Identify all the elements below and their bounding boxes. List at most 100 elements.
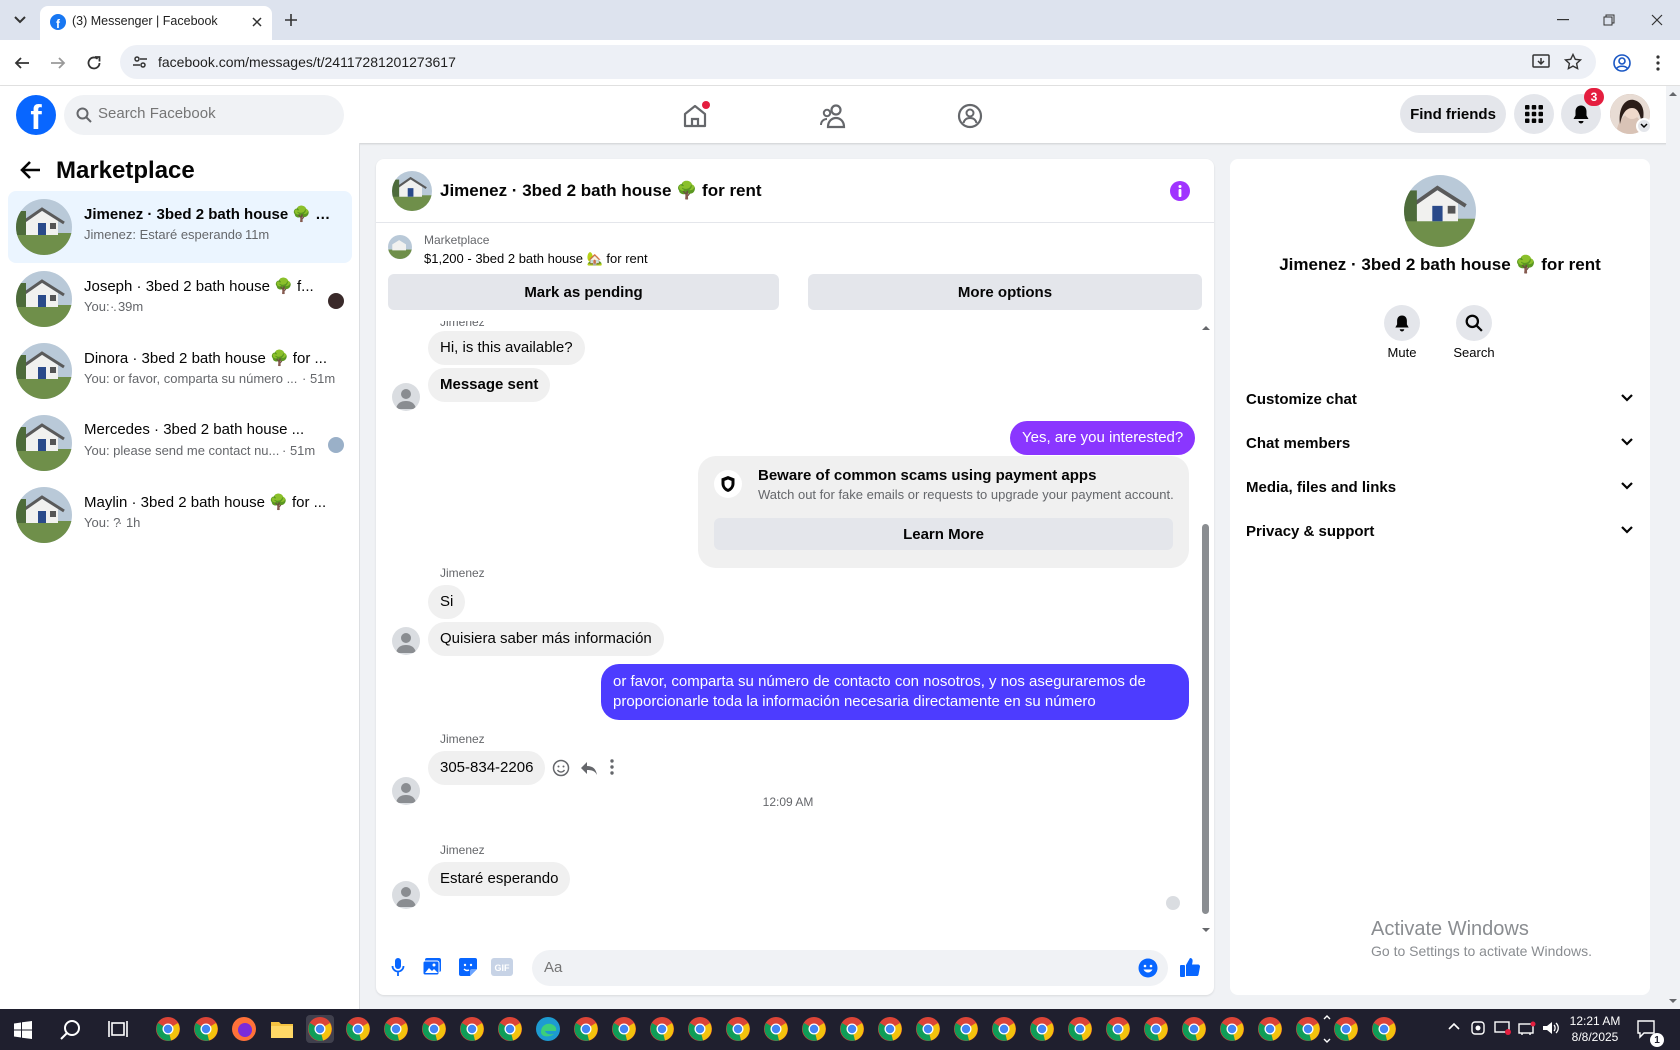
taskbar-scroll-icon[interactable] <box>1322 1011 1332 1047</box>
bookmark-star-icon[interactable] <box>1564 53 1582 71</box>
photo-icon[interactable] <box>420 955 444 979</box>
sticker-icon[interactable] <box>456 955 480 979</box>
address-bar[interactable]: facebook.com/messages/t/2411728120127361… <box>120 45 1596 79</box>
emoji-icon[interactable] <box>1138 958 1158 978</box>
taskbar-clock[interactable]: 12:21 AM 8/8/2025 <box>1560 1013 1630 1045</box>
task-view-icon[interactable] <box>108 1020 128 1038</box>
message-bubble-received[interactable]: Message sent <box>428 368 551 402</box>
taskbar-chrome-icon[interactable] <box>572 1015 600 1043</box>
minimize-icon[interactable] <box>1540 0 1586 40</box>
conversation-item-jimenez[interactable]: Jimenez · 3bed 2 bath house 🌳 fo... Jime… <box>8 191 352 263</box>
facebook-search[interactable] <box>64 95 344 135</box>
chat-avatar[interactable] <box>392 171 432 211</box>
message-bubble-received[interactable]: 305-834-2206 <box>428 751 546 785</box>
message-bubble-received[interactable]: Estaré esperando <box>428 862 571 896</box>
taskbar-firefox-icon[interactable] <box>230 1015 258 1043</box>
taskbar-chrome-icon[interactable] <box>990 1015 1018 1043</box>
tab-close-icon[interactable] <box>248 13 266 31</box>
info-icon[interactable] <box>1170 181 1190 201</box>
windows-start-icon[interactable] <box>14 1021 32 1039</box>
conversation-item-joseph[interactable]: Joseph · 3bed 2 bath house 🌳 f... You: .… <box>8 263 352 335</box>
taskbar-chrome-icon[interactable] <box>382 1015 410 1043</box>
taskbar-chrome-icon[interactable] <box>1028 1015 1056 1043</box>
menu-grid-icon[interactable] <box>1514 94 1554 134</box>
url-text[interactable]: facebook.com/messages/t/2411728120127361… <box>158 54 456 70</box>
browser-menu-icon[interactable] <box>1646 51 1670 75</box>
taskbar-file-explorer-icon[interactable] <box>268 1015 296 1043</box>
browser-tab-active[interactable]: f (3) Messenger | Facebook <box>40 6 272 40</box>
message-bubble-received[interactable]: Quisiera saber más información <box>428 622 664 656</box>
search-input[interactable] <box>98 105 328 122</box>
home-nav-icon[interactable] <box>675 96 715 136</box>
taskbar-search-icon[interactable] <box>60 1019 82 1041</box>
restore-icon[interactable] <box>1586 0 1632 40</box>
mute-bell-icon[interactable] <box>1384 305 1420 341</box>
taskbar-chrome-icon[interactable] <box>838 1015 866 1043</box>
taskbar-chrome-icon[interactable] <box>1256 1015 1284 1043</box>
thumbs-up-icon[interactable] <box>1178 955 1202 979</box>
taskbar-chrome-icon[interactable] <box>344 1015 372 1043</box>
conversation-item-maylin[interactable]: Maylin · 3bed 2 bath house 🌳 for ... You… <box>8 479 352 551</box>
tray-notification-icon[interactable] <box>1494 1020 1512 1036</box>
taskbar-chrome-icon[interactable] <box>1104 1015 1132 1043</box>
taskbar-edge-icon[interactable] <box>534 1015 562 1043</box>
react-smiley-icon[interactable] <box>552 759 570 777</box>
search-conversation-icon[interactable] <box>1456 305 1492 341</box>
taskbar-chrome-profile-icon[interactable] <box>154 1015 182 1043</box>
facebook-logo-icon[interactable]: f <box>16 95 56 135</box>
taskbar-chrome-icon[interactable] <box>876 1015 904 1043</box>
tab-search-chevron-icon[interactable] <box>8 8 32 32</box>
section-customize-chat[interactable]: Customize chat <box>1246 381 1634 421</box>
taskbar-chrome-icon[interactable] <box>458 1015 486 1043</box>
more-options-button[interactable]: More options <box>808 274 1202 310</box>
new-tab-plus-icon[interactable] <box>280 9 302 31</box>
taskbar-chrome-icon[interactable] <box>1142 1015 1170 1043</box>
microphone-icon[interactable] <box>386 955 410 979</box>
message-input-wrapper[interactable] <box>532 950 1168 986</box>
more-actions-icon[interactable] <box>610 759 614 775</box>
taskbar-chrome-icon[interactable] <box>762 1015 790 1043</box>
taskbar-chrome-icon[interactable] <box>1332 1015 1360 1043</box>
section-privacy-support[interactable]: Privacy & support <box>1246 513 1634 553</box>
taskbar-chrome-icon[interactable] <box>1218 1015 1246 1043</box>
taskbar-chrome-icon[interactable] <box>306 1015 334 1043</box>
taskbar-chrome-icon[interactable] <box>648 1015 676 1043</box>
account-chevron-icon[interactable] <box>1636 118 1652 134</box>
taskbar-chrome-icon[interactable] <box>192 1015 220 1043</box>
mark-as-pending-button[interactable]: Mark as pending <box>388 274 779 310</box>
back-arrow-icon[interactable] <box>20 159 42 181</box>
profile-account-icon[interactable] <box>1610 51 1634 75</box>
section-media-files-links[interactable]: Media, files and links <box>1246 469 1634 509</box>
chat-scrollbar-thumb[interactable] <box>1202 524 1209 914</box>
message-bubble-sent[interactable]: Yes, are you interested? <box>1010 421 1196 455</box>
tray-app-icon[interactable] <box>1470 1020 1486 1036</box>
site-settings-icon[interactable] <box>132 54 148 70</box>
taskbar-chrome-icon[interactable] <box>800 1015 828 1043</box>
message-bubble-sent-multiline[interactable]: or favor, comparta su número de contacto… <box>601 664 1189 720</box>
message-bubble-received[interactable]: Hi, is this available? <box>428 331 585 365</box>
groups-nav-icon[interactable] <box>950 96 990 136</box>
install-app-icon[interactable] <box>1532 53 1550 71</box>
reload-icon[interactable] <box>82 51 106 75</box>
taskbar-chrome-icon[interactable] <box>1294 1015 1322 1043</box>
taskbar-chrome-icon[interactable] <box>1180 1015 1208 1043</box>
listing-title[interactable]: $1,200 - 3bed 2 bath house 🏡 for rent <box>424 251 648 267</box>
conversation-item-dinora[interactable]: Dinora · 3bed 2 bath house 🌳 for ... You… <box>8 335 352 407</box>
friends-nav-icon[interactable] <box>813 96 853 136</box>
network-icon[interactable] <box>1518 1020 1536 1036</box>
taskbar-chrome-icon[interactable] <box>952 1015 980 1043</box>
message-input[interactable] <box>544 959 1104 976</box>
forward-icon[interactable] <box>46 51 70 75</box>
chat-title[interactable]: Jimenez · 3bed 2 bath house 🌳 for rent <box>440 181 762 201</box>
find-friends-button[interactable]: Find friends <box>1400 95 1506 133</box>
conversation-item-mercedes[interactable]: Mercedes · 3bed 2 bath house ... You: pl… <box>8 407 352 479</box>
close-window-icon[interactable] <box>1634 0 1680 40</box>
gif-icon[interactable]: GIF <box>490 955 514 979</box>
show-hidden-icons-chevron-icon[interactable] <box>1448 1022 1460 1030</box>
taskbar-chrome-icon[interactable] <box>914 1015 942 1043</box>
taskbar-chrome-icon[interactable] <box>496 1015 524 1043</box>
volume-icon[interactable] <box>1542 1020 1560 1036</box>
taskbar-chrome-icon[interactable] <box>724 1015 752 1043</box>
taskbar-chrome-icon[interactable] <box>420 1015 448 1043</box>
taskbar-chrome-icon[interactable] <box>1066 1015 1094 1043</box>
